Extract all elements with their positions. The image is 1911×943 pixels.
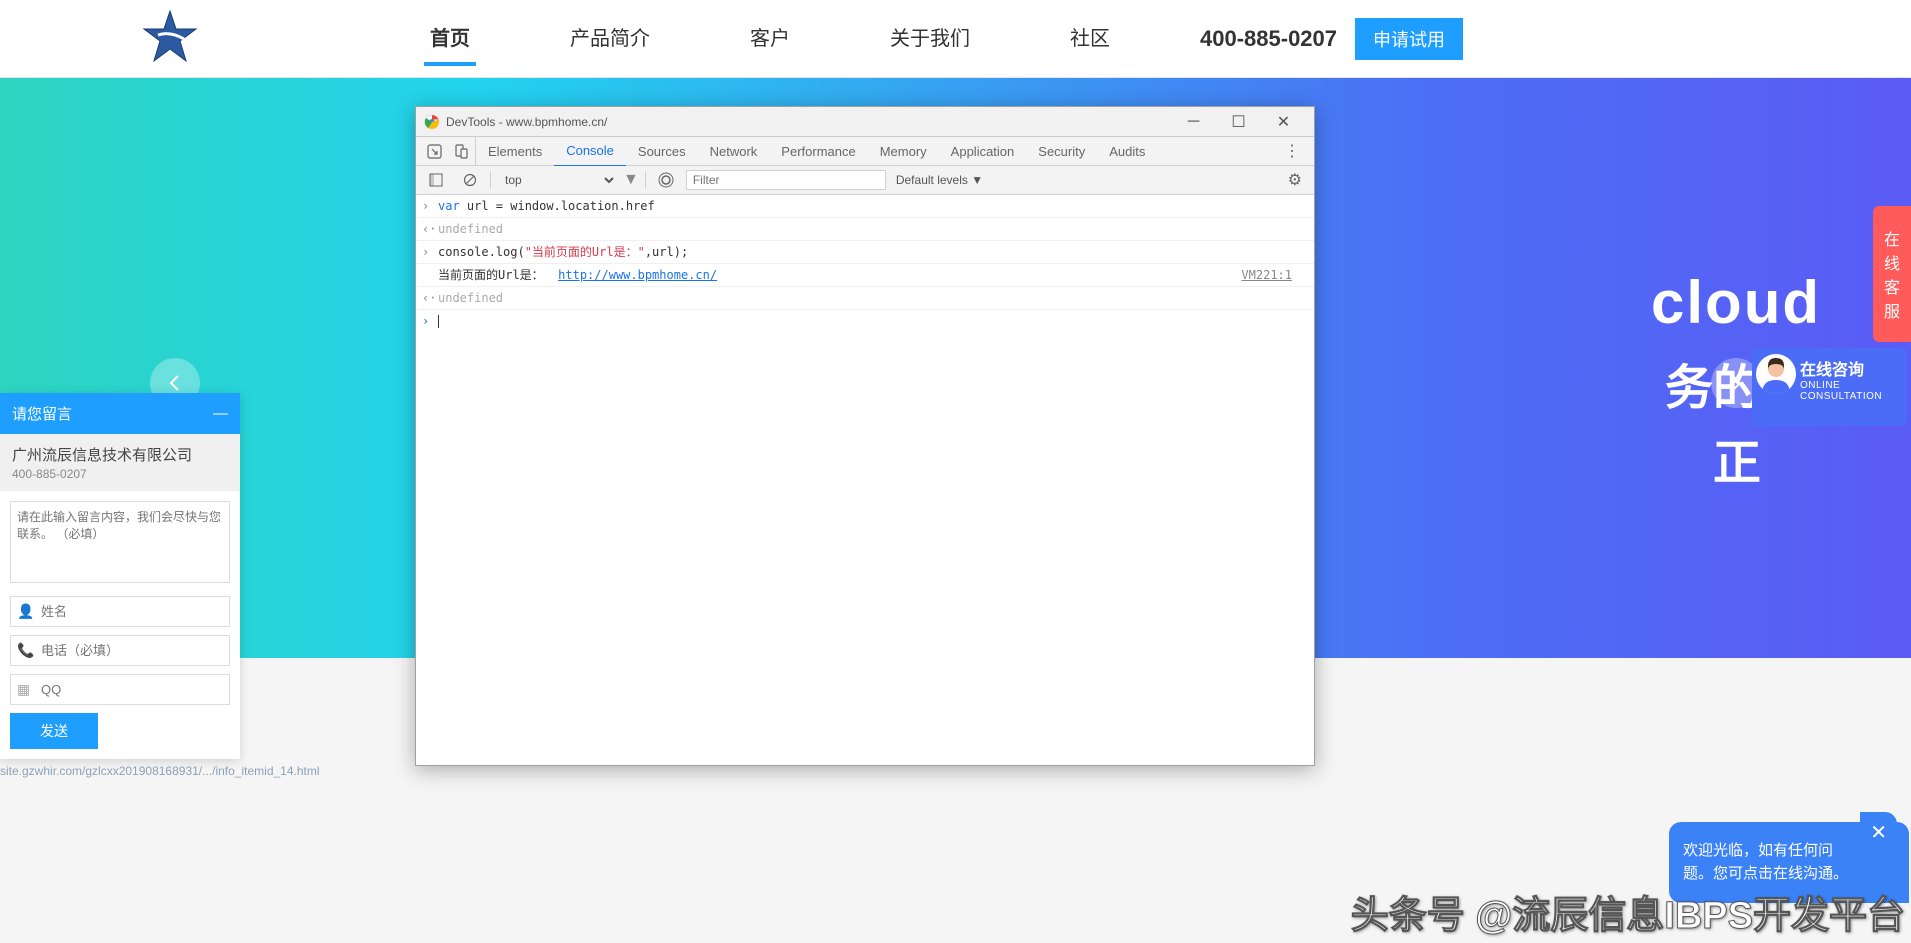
console-line: ‹·undefined (416, 287, 1314, 310)
url-link[interactable]: http://www.bpmhome.cn/ (558, 268, 717, 282)
hero-heading-2: 务的 (1665, 348, 1761, 418)
tab-sources[interactable]: Sources (626, 137, 698, 166)
devtools-title: DevTools - www.bpmhome.cn/ (446, 115, 1171, 129)
clear-console-icon[interactable] (456, 166, 484, 194)
nav-product[interactable]: 产品简介 (520, 0, 700, 78)
msg-company: 广州流辰信息技术有限公司 (0, 434, 240, 467)
header-phone: 400-885-0207 (1200, 26, 1337, 52)
console-line: ›console.log("当前页面的Url是：",url); (416, 241, 1314, 264)
device-icon[interactable] (448, 137, 476, 165)
maximize-button[interactable]: ☐ (1216, 108, 1261, 136)
tab-elements[interactable]: Elements (476, 137, 554, 166)
devtools-more-icon[interactable]: ⋮ (1274, 141, 1310, 161)
console-line: VM221:1当前页面的Url是： http://www.bpmhome.cn/ (416, 264, 1314, 287)
tab-console[interactable]: Console (554, 136, 626, 167)
chat-text-2: 题。您可点击在线沟通。 (1683, 863, 1895, 886)
chat-greeting-bubble: ✕ 欢迎光临，如有任何问 题。您可点击在线沟通。 (1669, 822, 1909, 903)
inspect-icon[interactable] (420, 137, 448, 165)
nav-community[interactable]: 社区 (1020, 0, 1160, 78)
msg-title: 请您留言 (12, 403, 72, 424)
consult-subtitle: ONLINE CONSULTATION (1800, 380, 1899, 402)
hero-heading-1: cloud (1651, 268, 1821, 337)
devtools-tabs: Elements Console Sources Network Perform… (416, 137, 1314, 166)
console-line: ‹·undefined (416, 218, 1314, 241)
trial-button[interactable]: 申请试用 (1355, 18, 1463, 60)
online-service-tab[interactable]: 在线客服 (1873, 206, 1911, 342)
site-header: 首页 产品简介 客户 关于我们 社区 400-885-0207 申请试用 (0, 0, 1911, 78)
consult-title: 在线咨询 (1800, 356, 1899, 380)
send-button[interactable]: 发送 (10, 713, 98, 749)
person-icon: 👤 (17, 603, 35, 620)
tel-field[interactable]: 📞 (10, 635, 230, 666)
tab-audits[interactable]: Audits (1097, 137, 1157, 166)
tab-network[interactable]: Network (698, 137, 770, 166)
live-expr-icon[interactable] (652, 166, 680, 194)
context-select[interactable]: top (497, 170, 617, 190)
leave-message-widget: 请您留言 — 广州流辰信息技术有限公司 400-885-0207 👤 📞 ▦ 发… (0, 393, 240, 759)
chrome-icon (424, 114, 440, 130)
phone-icon: 📞 (17, 642, 35, 659)
msg-header[interactable]: 请您留言 — (0, 393, 240, 434)
qq-icon: ▦ (17, 681, 35, 698)
name-field[interactable]: 👤 (10, 596, 230, 627)
close-button[interactable]: ✕ (1261, 108, 1306, 136)
filter-input[interactable] (686, 170, 886, 190)
qq-field[interactable]: ▦ (10, 674, 230, 705)
minimize-icon[interactable]: — (213, 405, 228, 422)
nav-customer[interactable]: 客户 (700, 0, 840, 78)
tab-memory[interactable]: Memory (868, 137, 939, 166)
tel-input[interactable] (41, 643, 223, 658)
minimize-button[interactable]: ─ (1171, 108, 1216, 136)
nav-home[interactable]: 首页 (380, 0, 520, 78)
msg-content-input[interactable] (10, 501, 230, 583)
status-url: site.gzwhir.com/gzlcxx201908168931/.../i… (0, 761, 320, 781)
msg-body: 👤 📞 ▦ 发送 (0, 491, 240, 759)
tab-performance[interactable]: Performance (769, 137, 867, 166)
devtools-window: DevTools - www.bpmhome.cn/ ─ ☐ ✕ Element… (415, 106, 1315, 766)
console-prompt[interactable]: › (416, 310, 1314, 332)
chat-close-icon[interactable]: ✕ (1860, 812, 1897, 848)
devtools-titlebar[interactable]: DevTools - www.bpmhome.cn/ ─ ☐ ✕ (416, 107, 1314, 137)
console-toolbar: top ▼ Default levels ▼ ⚙ (416, 166, 1314, 195)
console-settings-icon[interactable]: ⚙ (1282, 170, 1308, 190)
console-sidebar-icon[interactable] (422, 166, 450, 194)
main-nav: 首页 产品简介 客户 关于我们 社区 (380, 0, 1160, 78)
nav-about[interactable]: 关于我们 (840, 0, 1020, 78)
qq-input[interactable] (41, 682, 223, 697)
msg-phone: 400-885-0207 (0, 467, 240, 491)
console-output[interactable]: ›var url = window.location.href ‹·undefi… (416, 195, 1314, 765)
logo-icon (140, 9, 200, 69)
online-consult-box[interactable]: 在线咨询 ONLINE CONSULTATION (1752, 348, 1907, 426)
name-input[interactable] (41, 604, 223, 619)
tab-security[interactable]: Security (1026, 137, 1097, 166)
agent-avatar (1756, 354, 1796, 394)
source-link[interactable]: VM221:1 (1241, 266, 1292, 284)
hero-heading-3: 正 (1713, 423, 1761, 493)
console-line: ›var url = window.location.href (416, 195, 1314, 218)
log-levels[interactable]: Default levels ▼ (896, 173, 983, 187)
tab-application[interactable]: Application (939, 137, 1027, 166)
